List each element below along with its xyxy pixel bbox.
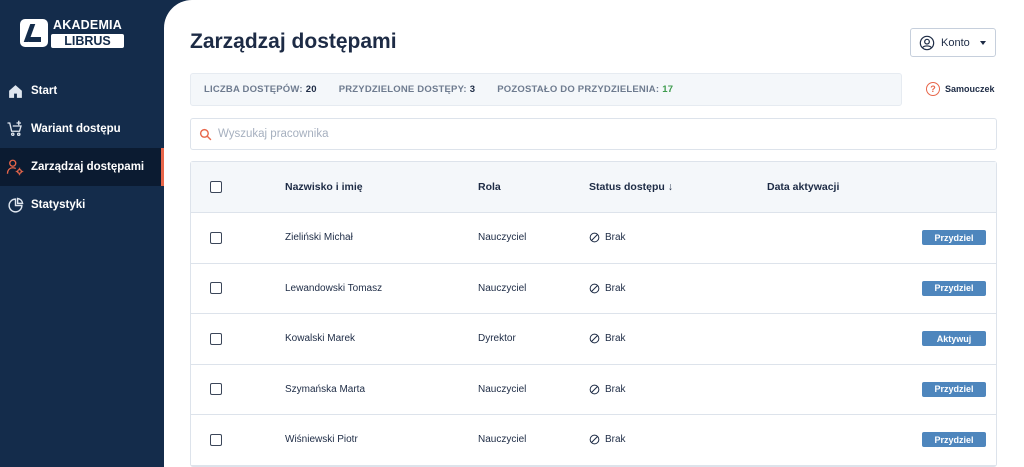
row-role: Nauczyciel [478, 434, 527, 446]
row-role: Nauczyciel [478, 232, 527, 244]
row-checkbox[interactable] [210, 231, 222, 244]
cart-icon [6, 120, 24, 138]
question-icon: ? [926, 82, 940, 96]
account-dropdown[interactable]: Konto [910, 28, 996, 57]
ban-icon [589, 384, 600, 395]
chevron-down-icon [979, 40, 986, 45]
select-all-checkbox[interactable] [210, 181, 222, 193]
column-header-status[interactable]: Status dostępu ↓ [589, 181, 673, 193]
assign-button[interactable]: Przydziel [922, 432, 986, 448]
search-input[interactable] [218, 128, 918, 140]
stat-label: POZOSTAŁO DO PRZYDZIELENIA: [497, 84, 660, 95]
row-checkbox[interactable] [210, 433, 222, 446]
row-role: Nauczyciel [478, 383, 527, 395]
ban-icon [589, 232, 600, 243]
account-label: Konto [941, 36, 970, 49]
pie-chart-icon [6, 196, 24, 214]
stat-assigned: PRZYDZIELONE DOSTĘPY: 3 [339, 84, 476, 95]
table-row: Kowalski Marek Dyrektor Brak Aktywuj [191, 314, 996, 365]
page-title: Zarządzaj dostępami [190, 30, 397, 53]
table-header: Nazwisko i imię Rola Status dostępu ↓ Da… [191, 162, 996, 213]
tutorial-label: Samouczek [945, 84, 995, 94]
table-row: Wiśniewski Piotr Nauczyciel Brak Przydzi… [191, 415, 996, 466]
row-name: Szymańska Marta [285, 383, 366, 395]
ban-icon [589, 283, 600, 294]
tutorial-link[interactable]: ? Samouczek [926, 82, 995, 96]
row-checkbox[interactable] [210, 332, 222, 345]
table-row: Szymańska Marta Nauczyciel Brak Przydzie… [191, 365, 996, 415]
stat-label: LICZBA DOSTĘPÓW: [204, 84, 303, 95]
logo[interactable]: AKADEMIA LIBRUS [20, 18, 124, 48]
logo-line1: AKADEMIA [53, 18, 122, 32]
stat-total: LICZBA DOSTĘPÓW: 20 [204, 84, 317, 95]
row-checkbox[interactable] [210, 383, 222, 396]
row-status: Brak [605, 383, 626, 395]
column-header-name[interactable]: Nazwisko i imię [285, 181, 363, 193]
home-icon [6, 82, 24, 100]
assign-button[interactable]: Przydziel [922, 230, 986, 246]
row-status: Brak [605, 232, 626, 244]
row-name: Zieliński Michał [285, 232, 353, 244]
activate-button[interactable]: Aktywuj [922, 331, 986, 347]
assign-button[interactable]: Przydziel [922, 280, 986, 296]
table-row: Zieliński Michał Nauczyciel Brak Przydzi… [191, 213, 996, 264]
row-name: Kowalski Marek [285, 333, 356, 345]
table-row: Lewandowski Tomasz Nauczyciel Brak Przyd… [191, 264, 996, 314]
stat-value: 3 [469, 84, 476, 95]
search-icon [199, 128, 212, 140]
stat-label: PRZYDZIELONE DOSTĘPY: [338, 84, 467, 95]
row-role: Nauczyciel [478, 282, 527, 294]
stat-remaining: POZOSTAŁO DO PRZYDZIELENIA: 17 [497, 84, 673, 95]
sidebar-item-label: Start [31, 85, 58, 97]
sidebar-item-label: Wariant dostępu [31, 123, 121, 135]
ban-icon [589, 333, 600, 344]
row-checkbox[interactable] [210, 282, 222, 295]
main-panel: Zarządzaj dostępami Konto LICZBA DOSTĘPÓ… [164, 0, 1024, 467]
row-status: Brak [605, 282, 626, 294]
sidebar-item-label: Statystyki [31, 199, 86, 211]
column-header-date[interactable]: Data aktywacji [767, 181, 839, 193]
row-role: Dyrektor [478, 333, 516, 345]
sidebar-item-label: Zarządzaj dostępami [31, 161, 145, 173]
row-name: Lewandowski Tomasz [285, 282, 383, 294]
ban-icon [589, 434, 600, 445]
sidebar-item-start[interactable]: Start [0, 72, 170, 110]
logo-mark-icon [20, 19, 48, 47]
logo-line2: LIBRUS [51, 33, 124, 48]
assign-button[interactable]: Przydziel [922, 381, 986, 397]
row-name: Wiśniewski Piotr [285, 434, 358, 446]
sidebar: AKADEMIA LIBRUS Start Wariant dostępu Za… [0, 0, 170, 467]
stat-value: 20 [305, 84, 317, 95]
row-status: Brak [605, 434, 626, 446]
employees-table: Nazwisko i imię Rola Status dostępu ↓ Da… [190, 161, 997, 467]
stat-value: 17 [662, 84, 674, 95]
row-status: Brak [605, 333, 626, 345]
column-header-role[interactable]: Rola [478, 181, 501, 193]
sidebar-item-statystyki[interactable]: Statystyki [0, 186, 170, 224]
user-gear-icon [6, 158, 24, 176]
sidebar-item-wariant[interactable]: Wariant dostępu [0, 110, 170, 148]
search-box[interactable] [190, 118, 997, 150]
sidebar-nav: Start Wariant dostępu Zarządzaj dostępam… [0, 72, 170, 224]
user-circle-icon [919, 35, 935, 50]
sidebar-item-zarzadzaj[interactable]: Zarządzaj dostępami [0, 148, 170, 186]
stats-bar: LICZBA DOSTĘPÓW: 20 PRZYDZIELONE DOSTĘPY:… [190, 73, 902, 106]
